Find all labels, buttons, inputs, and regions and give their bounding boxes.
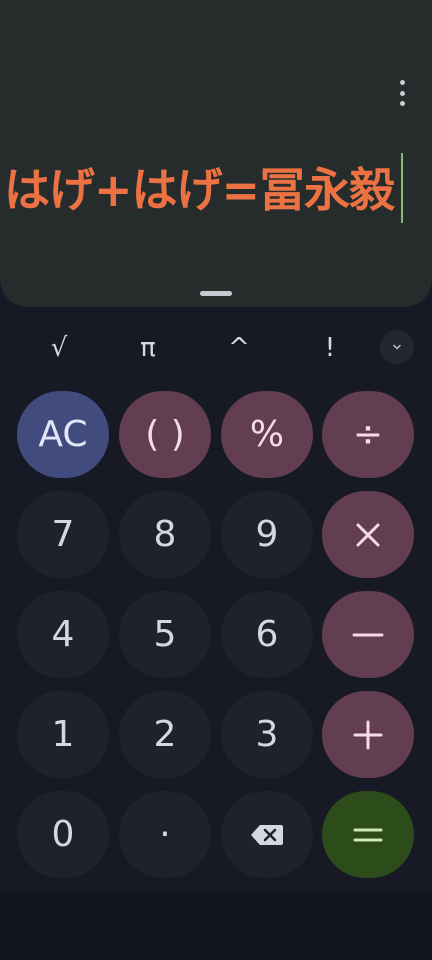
digit-3-button[interactable]: 3 <box>221 691 313 778</box>
multiply-button[interactable] <box>322 491 414 578</box>
digit-8-button[interactable]: 8 <box>119 491 211 578</box>
pi-button[interactable]: π <box>118 326 178 370</box>
backspace-icon <box>251 824 283 845</box>
sqrt-button[interactable]: √ <box>29 326 89 370</box>
expand-button[interactable] <box>380 330 414 364</box>
more-vert-icon[interactable] <box>392 80 412 106</box>
scientific-row: √ π ^ ! <box>0 326 432 370</box>
digit-4-button[interactable]: 4 <box>17 591 109 678</box>
power-button[interactable]: ^ <box>209 326 269 370</box>
digit-2-button[interactable]: 2 <box>119 691 211 778</box>
digit-1-button[interactable]: 1 <box>17 691 109 778</box>
digit-7-button[interactable]: 7 <box>17 491 109 578</box>
parentheses-button[interactable]: ( ) <box>119 391 211 478</box>
backspace-button[interactable] <box>221 791 313 878</box>
digit-9-button[interactable]: 9 <box>221 491 313 578</box>
equals-button[interactable] <box>322 791 414 878</box>
plus-icon <box>353 720 383 749</box>
decimal-button[interactable]: · <box>119 791 211 878</box>
minus-button[interactable] <box>322 591 414 678</box>
navigation-bar-area <box>0 893 432 960</box>
percent-button[interactable]: % <box>221 391 313 478</box>
digit-0-button[interactable]: 0 <box>17 791 109 878</box>
digit-6-button[interactable]: 6 <box>221 591 313 678</box>
equals-icon <box>353 828 383 841</box>
factorial-button[interactable]: ! <box>300 326 360 370</box>
chevron-down-icon <box>393 344 401 350</box>
minus-icon <box>352 633 384 636</box>
digit-5-button[interactable]: 5 <box>119 591 211 678</box>
text-cursor <box>401 153 403 223</box>
all-clear-button[interactable]: AC <box>17 391 109 478</box>
plus-button[interactable] <box>322 691 414 778</box>
drag-handle[interactable] <box>200 291 232 296</box>
expression-field[interactable]: はげ+はげ=冨永毅 <box>4 160 395 220</box>
divide-button[interactable]: ÷ <box>322 391 414 478</box>
multiply-icon <box>356 523 380 546</box>
display-panel: はげ+はげ=冨永毅 <box>0 0 432 307</box>
